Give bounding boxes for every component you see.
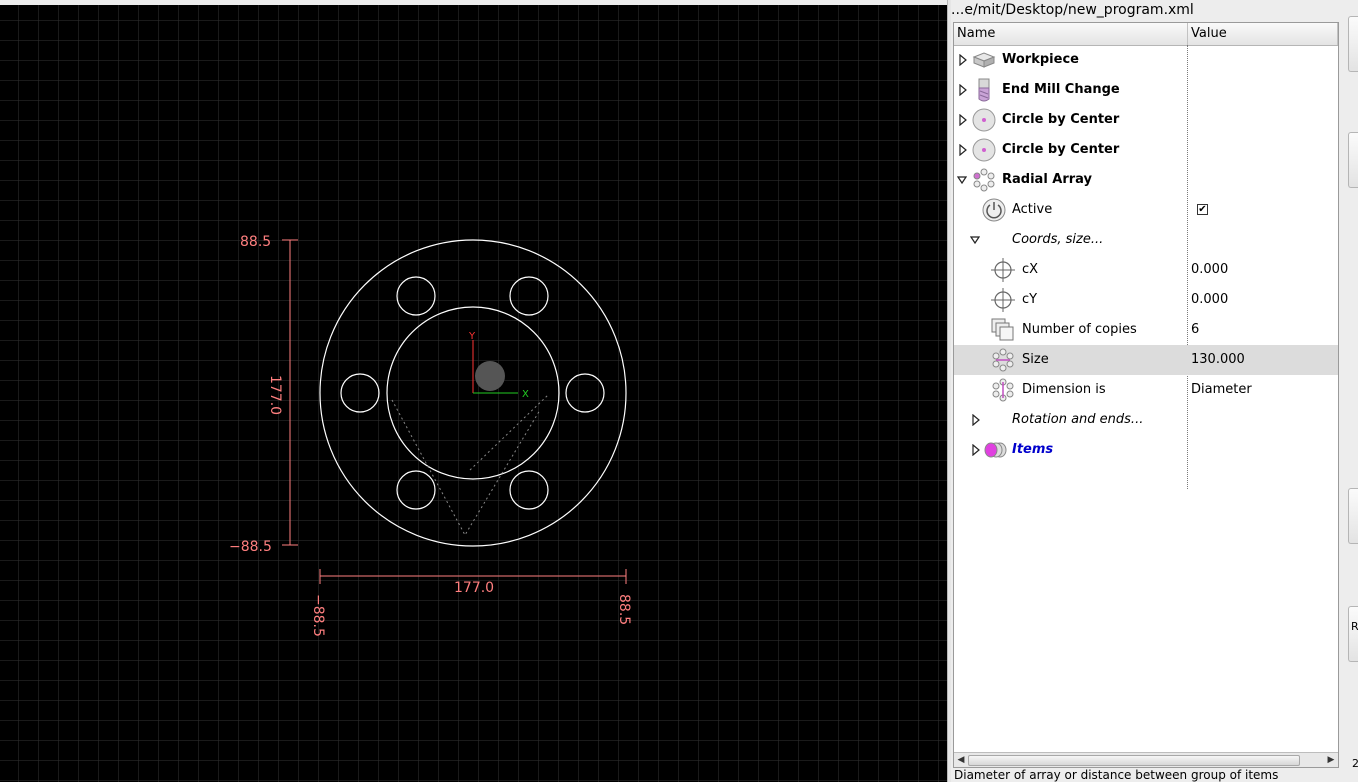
- tree-row-size[interactable]: Size 130.000: [954, 345, 1338, 375]
- tree-row-label: Workpiece: [1002, 52, 1079, 67]
- collapse-arrow-icon[interactable]: [970, 234, 980, 246]
- scrollbar-thumb[interactable]: [968, 755, 1300, 766]
- tree-row-label: Active: [1012, 202, 1053, 217]
- column-header-name[interactable]: Name: [954, 23, 1188, 45]
- expand-arrow-icon[interactable]: [971, 414, 981, 426]
- program-panel: ...e/mit/Desktop/new_program.xml Name Va…: [951, 0, 1358, 782]
- edge-number: 2: [1352, 757, 1358, 770]
- tree-row-label: Number of copies: [1022, 322, 1137, 337]
- active-checkbox[interactable]: ✔: [1197, 204, 1208, 215]
- copies-icon: [991, 318, 1014, 341]
- expand-arrow-icon[interactable]: [971, 444, 981, 456]
- tree-row-value[interactable]: Diameter: [1191, 375, 1252, 405]
- crosshair-icon: [991, 258, 1015, 282]
- tree-row-value[interactable]: 0.000: [1191, 285, 1228, 315]
- tree-row-number-of-copies[interactable]: Number of copies 6: [954, 315, 1338, 345]
- dim-vertical-bottom-label: −88.5: [229, 539, 272, 555]
- tree-row-cy[interactable]: cY 0.000: [954, 285, 1338, 315]
- dim-horizontal-right-label: 88.5: [616, 594, 632, 625]
- tree-row-value[interactable]: 6: [1191, 315, 1199, 345]
- tree-row-circle-by-center[interactable]: Circle by Center: [954, 135, 1338, 165]
- program-tree[interactable]: Name Value Workpiece End Mill Change Cir…: [953, 22, 1339, 768]
- tree-row-label: cY: [1022, 292, 1038, 307]
- end-mill-icon: [978, 78, 990, 102]
- array-size-icon: [992, 348, 1014, 372]
- power-icon: [982, 198, 1006, 222]
- viewport-drawing: Y X 88.5 −88.5 177.0 177.0 −88.5 88.5: [0, 5, 947, 782]
- tree-row-dimension-is[interactable]: Dimension is Diameter: [954, 375, 1338, 405]
- tree-row-label: cX: [1022, 262, 1039, 277]
- edge-button-4[interactable]: R: [1348, 606, 1358, 662]
- horizontal-scrollbar[interactable]: ◀ ▶: [954, 752, 1338, 767]
- edge-button-3[interactable]: [1348, 488, 1358, 544]
- circle-by-center-icon: [972, 108, 996, 132]
- tree-row-label: Size: [1022, 352, 1049, 367]
- expand-arrow-icon[interactable]: [958, 114, 968, 126]
- file-path-title: ...e/mit/Desktop/new_program.xml: [951, 2, 1194, 18]
- tree-row-label: Circle by Center: [1002, 142, 1120, 157]
- dim-horizontal-length-label: 177.0: [454, 580, 494, 596]
- tree-row-value[interactable]: 0.000: [1191, 255, 1228, 285]
- tree-row-coords-size[interactable]: Coords, size...: [954, 225, 1338, 255]
- tree-row-label: Coords, size...: [1012, 232, 1104, 247]
- radial-array-icon: [973, 168, 995, 192]
- tree-row-workpiece[interactable]: Workpiece: [954, 45, 1338, 75]
- scroll-left-icon[interactable]: ◀: [955, 754, 967, 766]
- expand-arrow-icon[interactable]: [958, 84, 968, 96]
- tree-row-radial-array[interactable]: Radial Array: [954, 165, 1338, 195]
- tree-row-label: Circle by Center: [1002, 112, 1120, 127]
- tree-row-rotation-and-ends[interactable]: Rotation and ends...: [954, 405, 1338, 435]
- status-bar-text: Diameter of array or distance between gr…: [954, 768, 1279, 782]
- tool-marker: [475, 361, 505, 391]
- tree-row-label: Dimension is: [1022, 382, 1106, 397]
- tree-row-label: Radial Array: [1002, 172, 1093, 187]
- right-edge-toolbar: R: [1348, 0, 1358, 782]
- tree-row-end-mill-change[interactable]: End Mill Change: [954, 75, 1338, 105]
- axis-x-label: X: [522, 389, 529, 400]
- cad-viewport[interactable]: Y X 88.5 −88.5 177.0 177.0 −88.5 88.5: [0, 5, 947, 782]
- tree-row-label: Rotation and ends...: [1012, 412, 1144, 427]
- axis-y-label: Y: [468, 331, 476, 342]
- array-dimension-icon: [992, 378, 1014, 402]
- tree-row-label: Items: [1012, 442, 1054, 457]
- scroll-right-icon[interactable]: ▶: [1325, 754, 1337, 766]
- collapse-arrow-icon[interactable]: [957, 174, 967, 186]
- tree-header: Name Value: [954, 23, 1338, 46]
- crosshair-icon: [991, 288, 1015, 312]
- tree-row-active[interactable]: Active ✔: [954, 195, 1338, 225]
- tree-row-items[interactable]: Items: [954, 435, 1338, 465]
- tree-row-value[interactable]: 130.000: [1191, 345, 1245, 375]
- edge-button-2[interactable]: [1348, 132, 1358, 188]
- items-icon: [984, 442, 1007, 458]
- expand-arrow-icon[interactable]: [958, 144, 968, 156]
- dim-vertical-length-label: 177.0: [267, 375, 283, 415]
- tree-row-cx[interactable]: cX 0.000: [954, 255, 1338, 285]
- workpiece-icon: [972, 52, 996, 68]
- circle-by-center-icon: [972, 138, 996, 162]
- tree-row-label: End Mill Change: [1002, 82, 1120, 97]
- tree-row-circle-by-center[interactable]: Circle by Center: [954, 105, 1338, 135]
- dim-horizontal-left-label: −88.5: [310, 594, 326, 637]
- column-header-value[interactable]: Value: [1188, 23, 1338, 45]
- dim-vertical-top-label: 88.5: [240, 234, 271, 250]
- expand-arrow-icon[interactable]: [958, 54, 968, 66]
- edge-button-1[interactable]: [1348, 16, 1358, 72]
